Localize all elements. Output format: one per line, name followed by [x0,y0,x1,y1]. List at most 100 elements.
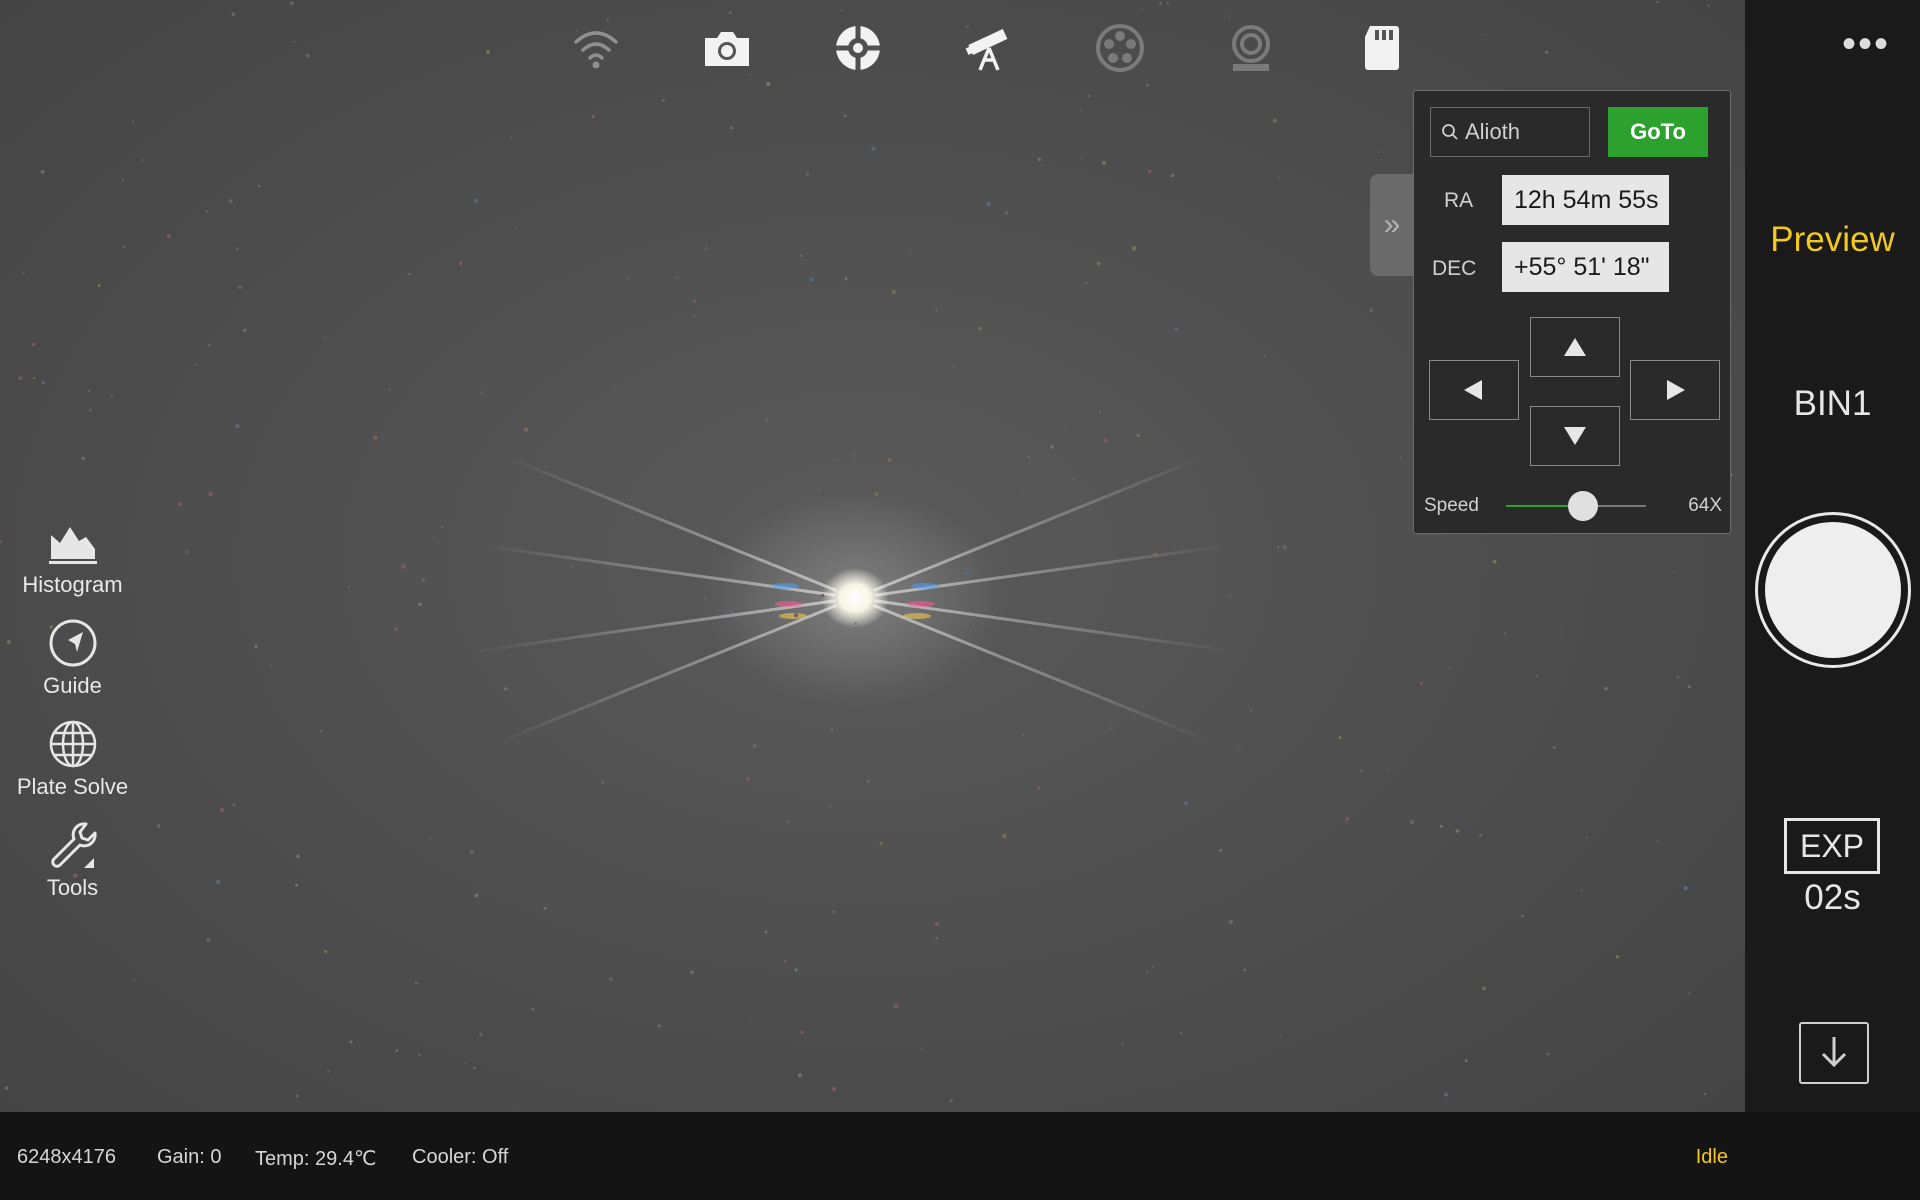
noise-speck [935,309,939,312]
noise-speck [571,566,573,569]
noise-speck [1503,632,1506,635]
image-viewport[interactable]: Histogram Guide Plate Solve Tools » Alio… [0,0,1745,1112]
guide-button[interactable]: Guide [0,616,145,717]
binning-button[interactable]: BIN1 [1745,384,1920,424]
wifi-icon[interactable] [530,20,661,76]
noise-speck [1492,559,1497,564]
plate-solve-button[interactable]: Plate Solve [0,717,145,818]
histogram-button[interactable]: Histogram [0,515,145,616]
exposure-value[interactable]: 02s [1745,878,1920,918]
focuser-icon[interactable] [1185,20,1316,76]
noise-speck [832,910,836,914]
guide-label: Guide [43,673,102,698]
slew-up-button[interactable] [1530,317,1620,377]
noise-speck [1419,681,1423,685]
noise-speck [1228,595,1231,598]
noise-speck [661,99,665,103]
noise-speck [1544,50,1549,55]
slew-left-button[interactable] [1429,360,1519,420]
noise-speck [238,285,242,290]
noise-speck [524,427,529,432]
search-icon [1442,124,1458,140]
histogram-label: Histogram [22,572,123,597]
noise-speck [764,930,768,934]
noise-speck [1050,444,1055,449]
noise-speck [324,337,327,339]
noise-speck [1219,848,1223,852]
noise-speck [1151,965,1154,969]
noise-speck [480,391,483,394]
camera-state-text: Idle [1695,1146,1728,1168]
left-menu: Histogram Guide Plate Solve Tools [0,515,145,919]
crosshair-icon[interactable] [792,20,923,76]
noise-speck [479,1032,483,1037]
slew-right-button[interactable] [1630,360,1720,420]
noise-speck [693,299,697,303]
noise-speck [1249,709,1253,712]
noise-speck [228,199,233,204]
speed-slider[interactable] [1506,491,1646,521]
noise-speck [1084,281,1088,285]
collapse-panel-button[interactable]: » [1370,174,1414,276]
noise-speck [481,650,484,652]
tools-button[interactable]: Tools [0,818,145,919]
noise-speck [388,388,391,391]
noise-speck [783,959,787,963]
noise-speck [1369,308,1374,312]
noise-speck [40,169,45,174]
noise-speck [486,49,490,54]
speed-slider-handle[interactable] [1568,491,1598,521]
noise-speck [746,777,751,782]
noise-speck [920,467,923,470]
noise-speck [4,1086,9,1090]
target-search-input[interactable]: Alioth [1430,107,1590,157]
noise-speck [772,562,775,564]
noise-speck [887,458,892,462]
noise-speck [206,937,211,942]
noise-speck [1174,327,1179,331]
tools-label: Tools [46,875,99,900]
noise-speck [1277,177,1280,180]
noise-speck [1464,1059,1468,1063]
slew-down-button[interactable] [1530,406,1620,466]
goto-button[interactable]: GoTo [1608,107,1708,157]
noise-speck [1536,674,1539,677]
noise-speck [232,803,236,807]
histogram-icon [48,527,97,564]
camera-icon[interactable] [661,20,792,76]
temp-text: Temp: 29.4℃ [255,1148,377,1170]
noise-speck [1096,261,1101,266]
ra-field[interactable]: 12h 54m 55s [1502,175,1669,225]
sd-card-icon[interactable] [1316,20,1447,76]
noise-speck [327,1070,330,1073]
noise-speck [893,1004,899,1009]
noise-speck [1580,889,1583,892]
target-search-value: Alioth [1465,119,1521,144]
download-button[interactable] [1799,1022,1869,1084]
noise-speck [1238,748,1241,751]
shutter-button[interactable] [1755,512,1911,668]
noise-speck [729,610,734,614]
noise-speck [1585,836,1588,839]
noise-speck [418,1053,421,1057]
noise-speck [1478,833,1482,837]
noise-speck [953,366,956,369]
noise-speck [1282,545,1288,550]
noise-speck [1099,410,1102,414]
noise-speck [22,271,25,274]
dec-field[interactable]: +55° 51' 18" [1502,242,1669,292]
noise-speck [1388,769,1390,771]
telescope-icon[interactable] [923,20,1054,76]
noise-speck [809,277,814,282]
diffraction-spike [874,599,1232,653]
more-dots-icon[interactable]: ••• [1842,24,1890,64]
noise-speck [1184,801,1189,806]
exposure-button[interactable]: EXP [1784,818,1880,874]
noise-speck [122,178,124,181]
filter-wheel-icon[interactable] [1054,20,1185,76]
noise-speck [1228,919,1234,925]
noise-speck [348,585,351,588]
capture-mode-button[interactable]: Preview [1745,220,1920,260]
noise-speck [1243,968,1246,971]
noise-speck [705,246,708,250]
